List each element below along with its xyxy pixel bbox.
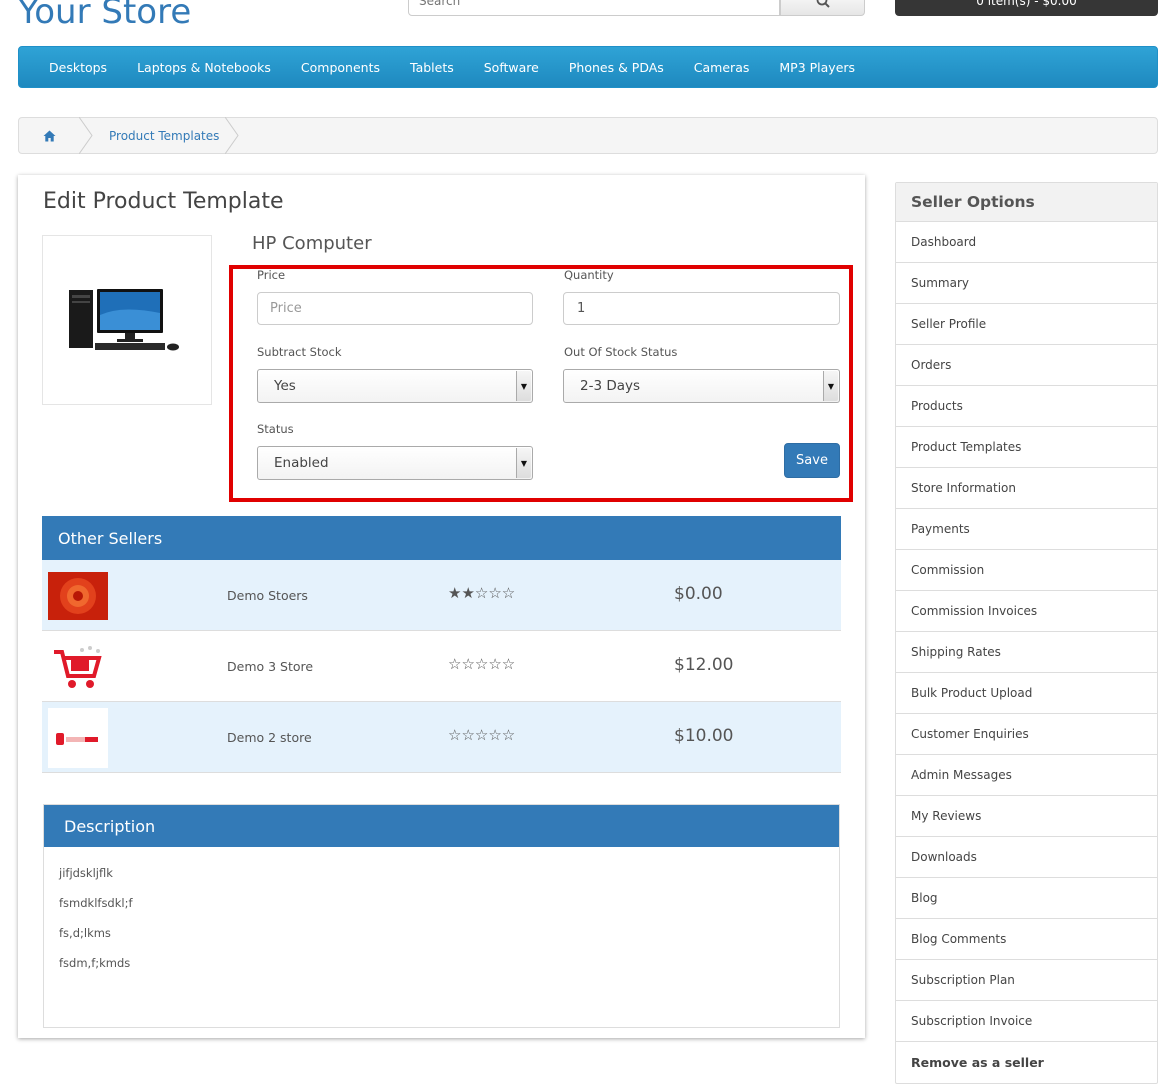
seller-row[interactable]: Demo 2 store ☆☆☆☆☆ $10.00 [42, 702, 841, 773]
chevron-down-icon: ▼ [516, 448, 531, 478]
subtract-stock-select[interactable]: Yes ▼ [257, 369, 533, 403]
sidebar-item-commission[interactable]: Commission [896, 550, 1157, 591]
store-logo[interactable]: Your Store [18, 0, 191, 32]
category-navbar: Desktops Laptops & Notebooks Components … [18, 46, 1158, 88]
nav-item-components[interactable]: Components [286, 60, 395, 75]
subtract-stock-label: Subtract Stock [257, 345, 342, 359]
sidebar-item-store-information[interactable]: Store Information [896, 468, 1157, 509]
seller-row[interactable]: Demo 3 Store ☆☆☆☆☆ $12.00 [42, 631, 841, 702]
sidebar-item-products[interactable]: Products [896, 386, 1157, 427]
other-sellers-title: Other Sellers [42, 516, 841, 560]
price-label: Price [257, 268, 286, 282]
status-select[interactable]: Enabled ▼ [257, 446, 533, 480]
search-bar [408, 0, 865, 16]
sidebar-item-remove-seller[interactable]: Remove as a seller [896, 1042, 1157, 1083]
seller-name[interactable]: Demo Stoers [227, 588, 308, 603]
seller-rating: ☆☆☆☆☆ [448, 655, 516, 673]
sidebar-item-orders[interactable]: Orders [896, 345, 1157, 386]
quantity-label: Quantity [564, 268, 614, 282]
status-label: Status [257, 422, 294, 436]
nav-item-tablets[interactable]: Tablets [395, 60, 469, 75]
chevron-down-icon: ▼ [516, 371, 531, 401]
description-line: fs,d;lkms [59, 926, 111, 940]
description-line: fsdm,f;kmds [59, 956, 131, 970]
sidebar-item-blog[interactable]: Blog [896, 878, 1157, 919]
breadcrumb-separator [225, 117, 239, 154]
seller-price: $12.00 [674, 655, 734, 675]
nav-item-laptops[interactable]: Laptops & Notebooks [122, 60, 286, 75]
shopping-cart-icon [54, 646, 102, 688]
seller-price: $10.00 [674, 726, 734, 746]
status-value: Enabled [274, 455, 329, 471]
save-button[interactable]: Save [784, 443, 840, 478]
sidebar-title: Seller Options [896, 183, 1157, 222]
online-shop-logo [56, 733, 98, 745]
sidebar-item-shipping-rates[interactable]: Shipping Rates [896, 632, 1157, 673]
search-icon [816, 0, 830, 8]
description-line: jifjdskljflk [59, 866, 113, 880]
seller-rating: ☆☆☆☆☆ [448, 726, 516, 744]
product-name: HP Computer [252, 233, 372, 254]
home-icon [43, 130, 55, 141]
seller-name[interactable]: Demo 2 store [227, 730, 312, 745]
seller-logo [48, 708, 108, 768]
seller-row[interactable]: Demo Stoers ★★☆☆☆ $0.00 [42, 560, 841, 631]
description-panel: Description jifjdskljflk fsmdklfsdkl;f f… [43, 804, 840, 1028]
seller-name[interactable]: Demo 3 Store [227, 659, 313, 674]
sidebar-item-commission-invoices[interactable]: Commission Invoices [896, 591, 1157, 632]
sidebar-item-subscription-plan[interactable]: Subscription Plan [896, 960, 1157, 1001]
description-line: fsmdklfsdkl;f [59, 896, 133, 910]
search-button[interactable] [780, 0, 865, 16]
quantity-input[interactable]: 1 [563, 292, 840, 325]
seller-rating: ★★☆☆☆ [448, 584, 516, 602]
seller-logo [48, 566, 108, 626]
sidebar-item-bulk-product-upload[interactable]: Bulk Product Upload [896, 673, 1157, 714]
nav-item-mp3[interactable]: MP3 Players [764, 60, 870, 75]
sidebar-item-admin-messages[interactable]: Admin Messages [896, 755, 1157, 796]
nav-item-desktops[interactable]: Desktops [34, 60, 122, 75]
breadcrumb-home[interactable] [19, 118, 79, 153]
sidebar-item-subscription-invoice[interactable]: Subscription Invoice [896, 1001, 1157, 1042]
desktop-computer-image [69, 289, 179, 351]
cart-label: 0 item(s) - $0.00 [976, 0, 1077, 8]
subtract-stock-value: Yes [274, 378, 296, 394]
out-of-stock-select[interactable]: 2-3 Days ▼ [563, 369, 840, 403]
sidebar-item-customer-enquiries[interactable]: Customer Enquiries [896, 714, 1157, 755]
sidebar-item-summary[interactable]: Summary [896, 263, 1157, 304]
nav-item-cameras[interactable]: Cameras [679, 60, 765, 75]
price-input[interactable]: Price [257, 292, 533, 325]
seller-logo [48, 637, 108, 697]
sidebar-item-payments[interactable]: Payments [896, 509, 1157, 550]
sidebar-item-seller-profile[interactable]: Seller Profile [896, 304, 1157, 345]
seller-options-sidebar: Seller Options Dashboard Summary Seller … [895, 182, 1158, 1084]
breadcrumb-product-templates[interactable]: Product Templates [109, 129, 219, 143]
sidebar-item-product-templates[interactable]: Product Templates [896, 427, 1157, 468]
page-title: Edit Product Template [43, 189, 284, 214]
flower-image [48, 572, 108, 620]
other-sellers-table: Other Sellers Demo Stoers ★★☆☆☆ $0.00 De… [42, 516, 841, 773]
breadcrumb: Product Templates [18, 117, 1158, 154]
search-input[interactable] [408, 0, 780, 16]
breadcrumb-separator [79, 117, 93, 154]
sidebar-item-dashboard[interactable]: Dashboard [896, 222, 1157, 263]
out-of-stock-value: 2-3 Days [580, 378, 641, 394]
edit-template-panel: Edit Product Template HP Computer Price … [18, 175, 865, 1038]
sidebar-item-downloads[interactable]: Downloads [896, 837, 1157, 878]
cart-button[interactable]: 0 item(s) - $0.00 [895, 0, 1158, 16]
seller-price: $0.00 [674, 584, 723, 604]
product-image [42, 235, 212, 405]
sidebar-item-blog-comments[interactable]: Blog Comments [896, 919, 1157, 960]
out-of-stock-label: Out Of Stock Status [564, 345, 678, 359]
chevron-down-icon: ▼ [823, 371, 838, 401]
sidebar-item-my-reviews[interactable]: My Reviews [896, 796, 1157, 837]
nav-item-phones[interactable]: Phones & PDAs [554, 60, 679, 75]
description-title: Description [44, 805, 839, 847]
nav-item-software[interactable]: Software [469, 60, 554, 75]
